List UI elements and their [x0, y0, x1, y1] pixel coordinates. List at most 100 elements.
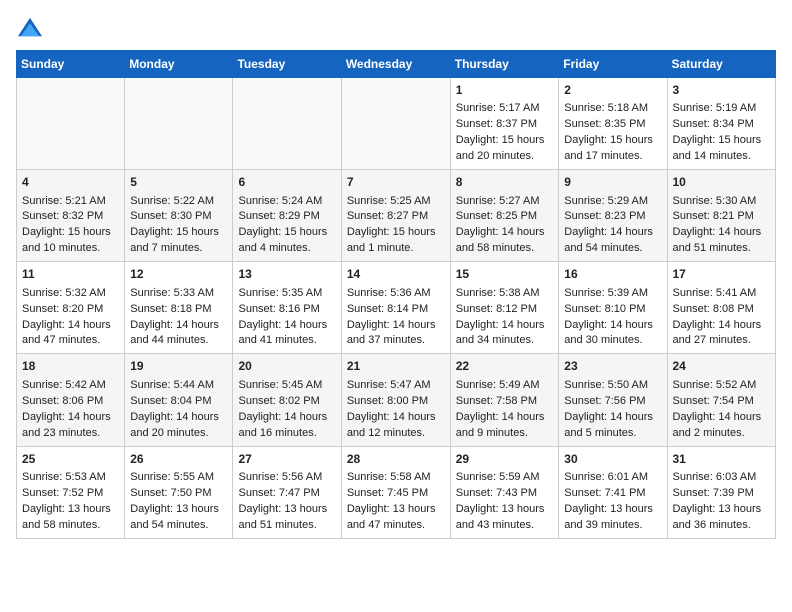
header-day-saturday: Saturday — [667, 51, 776, 78]
sunrise-text: Sunrise: 5:36 AM — [347, 287, 431, 299]
sunrise-text: Sunrise: 5:59 AM — [456, 471, 540, 483]
header-day-wednesday: Wednesday — [341, 51, 450, 78]
day-number: 21 — [347, 358, 445, 375]
sunset-text: Sunset: 7:47 PM — [238, 487, 319, 499]
day-number: 23 — [564, 358, 661, 375]
day-number: 12 — [130, 266, 227, 283]
calendar-header-row: SundayMondayTuesdayWednesdayThursdayFrid… — [17, 51, 776, 78]
day-number: 8 — [456, 174, 554, 191]
sunset-text: Sunset: 8:23 PM — [564, 210, 645, 222]
calendar-cell: 5Sunrise: 5:22 AMSunset: 8:30 PMDaylight… — [125, 170, 233, 262]
daylight-text: Daylight: 15 hours and 1 minute. — [347, 226, 436, 254]
sunrise-text: Sunrise: 5:45 AM — [238, 379, 322, 391]
sunrise-text: Sunrise: 6:01 AM — [564, 471, 648, 483]
day-number: 2 — [564, 82, 661, 99]
day-number: 22 — [456, 358, 554, 375]
sunset-text: Sunset: 7:50 PM — [130, 487, 211, 499]
calendar-cell: 25Sunrise: 5:53 AMSunset: 7:52 PMDayligh… — [17, 446, 125, 538]
sunrise-text: Sunrise: 5:33 AM — [130, 287, 214, 299]
daylight-text: Daylight: 14 hours and 16 minutes. — [238, 411, 327, 439]
sunset-text: Sunset: 7:54 PM — [673, 395, 754, 407]
daylight-text: Daylight: 13 hours and 36 minutes. — [673, 503, 762, 531]
daylight-text: Daylight: 14 hours and 12 minutes. — [347, 411, 436, 439]
day-number: 24 — [673, 358, 771, 375]
calendar-cell — [17, 78, 125, 170]
calendar-cell: 20Sunrise: 5:45 AMSunset: 8:02 PMDayligh… — [233, 354, 341, 446]
sunrise-text: Sunrise: 5:39 AM — [564, 287, 648, 299]
day-number: 11 — [22, 266, 119, 283]
day-number: 19 — [130, 358, 227, 375]
sunrise-text: Sunrise: 5:53 AM — [22, 471, 106, 483]
calendar-cell: 17Sunrise: 5:41 AMSunset: 8:08 PMDayligh… — [667, 262, 776, 354]
sunrise-text: Sunrise: 5:19 AM — [673, 102, 757, 114]
daylight-text: Daylight: 14 hours and 2 minutes. — [673, 411, 762, 439]
page-header — [16, 16, 776, 40]
sunrise-text: Sunrise: 5:32 AM — [22, 287, 106, 299]
day-number: 15 — [456, 266, 554, 283]
sunset-text: Sunset: 7:56 PM — [564, 395, 645, 407]
day-number: 13 — [238, 266, 335, 283]
sunrise-text: Sunrise: 5:27 AM — [456, 195, 540, 207]
calendar-cell: 29Sunrise: 5:59 AMSunset: 7:43 PMDayligh… — [450, 446, 559, 538]
calendar-cell: 7 Sunrise: 5:25 AM Sunset: 8:27 PM Daylight… — [341, 170, 450, 262]
calendar-cell: 22Sunrise: 5:49 AMSunset: 7:58 PMDayligh… — [450, 354, 559, 446]
sunset-text: Sunset: 8:25 PM — [456, 210, 537, 222]
sunrise-text: Sunrise: 5:35 AM — [238, 287, 322, 299]
header-day-thursday: Thursday — [450, 51, 559, 78]
sunset-text: Sunset: 8:27 PM — [347, 210, 428, 222]
day-number: 10 — [673, 174, 771, 191]
sunset-text: Sunset: 8:34 PM — [673, 118, 754, 130]
daylight-text: Daylight: 15 hours and 17 minutes. — [564, 134, 653, 162]
sunset-text: Sunset: 8:35 PM — [564, 118, 645, 130]
daylight-text: Daylight: 14 hours and 58 minutes. — [456, 226, 545, 254]
sunrise-text: Sunrise: 5:38 AM — [456, 287, 540, 299]
daylight-text: Daylight: 15 hours and 4 minutes. — [238, 226, 327, 254]
sunrise-text: Sunrise: 5:41 AM — [673, 287, 757, 299]
sunset-text: Sunset: 8:21 PM — [673, 210, 754, 222]
sunset-text: Sunset: 7:52 PM — [22, 487, 103, 499]
sunset-text: Sunset: 7:45 PM — [347, 487, 428, 499]
sunrise-text: Sunrise: 5:29 AM — [564, 195, 648, 207]
calendar-cell: 16Sunrise: 5:39 AMSunset: 8:10 PMDayligh… — [559, 262, 667, 354]
calendar-cell: 26Sunrise: 5:55 AMSunset: 7:50 PMDayligh… — [125, 446, 233, 538]
calendar-cell: 6Sunrise: 5:24 AMSunset: 8:29 PMDaylight… — [233, 170, 341, 262]
sunset-text: Sunset: 8:18 PM — [130, 303, 211, 315]
calendar-cell: 13Sunrise: 5:35 AMSunset: 8:16 PMDayligh… — [233, 262, 341, 354]
day-number: 1 — [456, 82, 554, 99]
sunrise-text: Sunrise: 5:25 AM — [347, 195, 431, 207]
daylight-text: Daylight: 14 hours and 20 minutes. — [130, 411, 219, 439]
day-number: 5 — [130, 174, 227, 191]
day-number: 7 — [347, 174, 445, 191]
sunset-text: Sunset: 8:00 PM — [347, 395, 428, 407]
day-number: 25 — [22, 451, 119, 468]
logo — [16, 16, 48, 40]
header-day-sunday: Sunday — [17, 51, 125, 78]
daylight-text: Daylight: 13 hours and 43 minutes. — [456, 503, 545, 531]
calendar-cell: 27Sunrise: 5:56 AMSunset: 7:47 PMDayligh… — [233, 446, 341, 538]
daylight-text: Daylight: 14 hours and 23 minutes. — [22, 411, 111, 439]
calendar-cell: 9Sunrise: 5:29 AMSunset: 8:23 PMDaylight… — [559, 170, 667, 262]
sunrise-text: Sunrise: 5:24 AM — [238, 195, 322, 207]
daylight-text: Daylight: 14 hours and 5 minutes. — [564, 411, 653, 439]
calendar-cell — [233, 78, 341, 170]
daylight-text: Daylight: 15 hours and 10 minutes. — [22, 226, 111, 254]
day-number: 9 — [564, 174, 661, 191]
calendar-cell: 21Sunrise: 5:47 AMSunset: 8:00 PMDayligh… — [341, 354, 450, 446]
daylight-text: Daylight: 14 hours and 34 minutes. — [456, 319, 545, 347]
sunrise-text: Sunrise: 5:44 AM — [130, 379, 214, 391]
logo-icon — [16, 16, 44, 40]
sunrise-text: Sunrise: 5:17 AM — [456, 102, 540, 114]
calendar-week-row: 25 Sunrise: 5:53 AM Sunset: 7:52 PM Dayligh… — [17, 446, 776, 538]
calendar-cell: 28Sunrise: 5:58 AMSunset: 7:45 PMDayligh… — [341, 446, 450, 538]
calendar-cell — [125, 78, 233, 170]
day-number: 6 — [238, 174, 335, 191]
day-number: 4 — [22, 174, 119, 191]
sunrise-text: Sunrise: 5:58 AM — [347, 471, 431, 483]
daylight-text: Daylight: 15 hours and 14 minutes. — [673, 134, 762, 162]
calendar-week-row: 11Sunrise: 5:32 AMSunset: 8:20 PMDayligh… — [17, 262, 776, 354]
daylight-text: Daylight: 13 hours and 47 minutes. — [347, 503, 436, 531]
day-number: 31 — [673, 451, 771, 468]
calendar-cell: 12Sunrise: 5:33 AMSunset: 8:18 PMDayligh… — [125, 262, 233, 354]
sunset-text: Sunset: 7:39 PM — [673, 487, 754, 499]
calendar-cell: 19Sunrise: 5:44 AMSunset: 8:04 PMDayligh… — [125, 354, 233, 446]
